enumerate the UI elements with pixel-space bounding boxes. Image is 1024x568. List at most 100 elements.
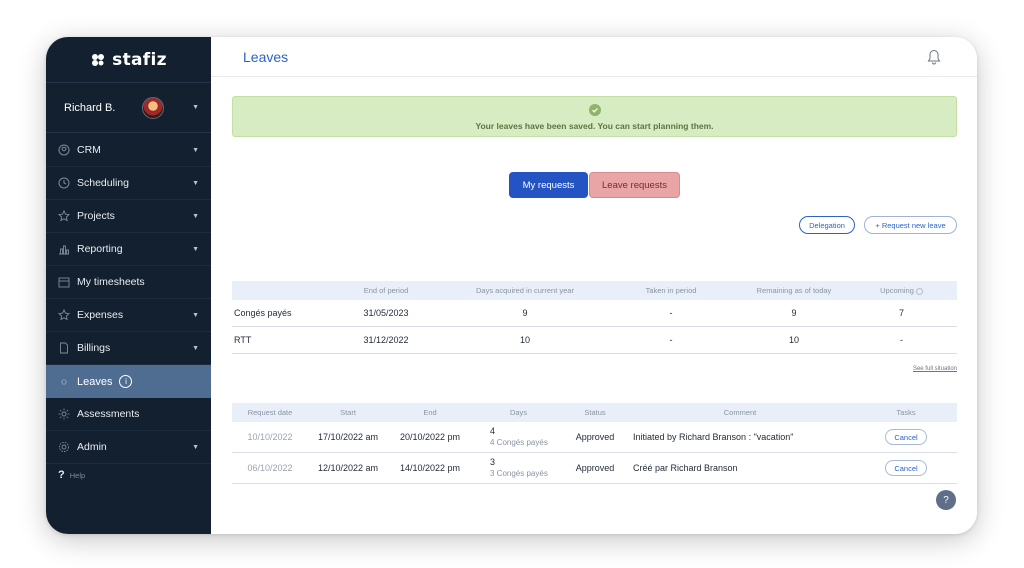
taken-in-period: - [669, 335, 673, 345]
table-row: RTT 31/12/2022 10 - 10 - [232, 327, 957, 354]
info-icon[interactable] [915, 287, 923, 295]
days-acquired: 10 [519, 335, 530, 345]
column-header: End of period [363, 286, 409, 295]
sidebar-item-expenses[interactable]: Expenses ▼ [46, 299, 211, 332]
sidebar-item-crm[interactable]: CRM ▼ [46, 134, 211, 167]
start-date: 12/10/2022 am [317, 463, 379, 473]
table-row: 10/10/2022 17/10/2022 am 20/10/2022 pm 4… [232, 422, 957, 453]
leave-type: Congés payés [234, 308, 292, 318]
help-label: Help [69, 470, 86, 480]
star-icon [58, 210, 70, 222]
days-detail: 3 Congés payés [490, 468, 548, 478]
upcoming: - [900, 335, 903, 345]
end-date: 14/10/2022 pm [399, 463, 461, 473]
status: Approved [575, 463, 615, 473]
bar-chart-icon [58, 243, 70, 255]
table-row: Congés payés 31/05/2023 9 - 9 7 [232, 300, 957, 327]
help-fab-button[interactable]: ? [936, 490, 956, 510]
question-icon: ? [58, 469, 65, 481]
chevron-down-icon: ▼ [192, 212, 199, 220]
check-circle-icon [589, 104, 601, 116]
column-header: Status [584, 408, 606, 417]
chevron-down-icon: ▼ [192, 344, 199, 352]
document-icon [58, 342, 70, 354]
leave-type: RTT [234, 335, 252, 345]
chevron-down-icon: ▼ [192, 311, 199, 319]
request-date: 06/10/2022 [247, 463, 293, 473]
sun-icon [58, 408, 70, 420]
comment: Initiated by Richard Branson : "vacation… [633, 432, 794, 442]
sidebar-item-assessments[interactable]: Assessments [46, 398, 211, 431]
sidebar-item-label: CRM [77, 144, 101, 156]
column-header: Days acquired in current year [476, 286, 574, 295]
days-count: 4 [490, 426, 496, 437]
upcoming: 7 [898, 308, 904, 318]
sidebar-item-reporting[interactable]: Reporting ▼ [46, 233, 211, 266]
logo[interactable]: stafiz [46, 37, 211, 83]
chevron-down-icon: ▼ [192, 179, 199, 187]
sidebar-item-projects[interactable]: Projects ▼ [46, 200, 211, 233]
request-new-leave-button[interactable]: + Request new leave [864, 216, 957, 234]
chevron-down-icon: ▼ [192, 245, 199, 253]
sidebar-item-scheduling[interactable]: Scheduling ▼ [46, 167, 211, 200]
start-date: 17/10/2022 am [317, 432, 379, 442]
sidebar-item-label: Projects [77, 210, 115, 222]
balance-table: End of period Days acquired in current y… [232, 281, 957, 354]
chevron-down-icon: ▼ [192, 146, 199, 154]
requests-table: Request date Start End Days Status Comme… [232, 403, 957, 484]
end-date: 20/10/2022 pm [399, 432, 461, 442]
info-icon[interactable]: i [119, 375, 133, 388]
status: Approved [575, 432, 615, 442]
delegation-button[interactable]: Delegation [799, 216, 855, 234]
table-row: 06/10/2022 12/10/2022 am 14/10/2022 pm 3… [232, 453, 957, 484]
chevron-down-icon: ▼ [192, 104, 199, 111]
sidebar-item-timesheets[interactable]: My timesheets [46, 266, 211, 299]
sidebar-item-admin[interactable]: Admin ▼ [46, 431, 211, 464]
help-link[interactable]: ? Help [58, 469, 85, 481]
avatar [142, 96, 165, 119]
chevron-down-icon: ▼ [192, 443, 199, 451]
sidebar-item-label: Admin [77, 441, 107, 453]
days-detail: 4 Congés payés [490, 437, 548, 447]
end-of-period: 31/05/2023 [363, 308, 409, 318]
sidebar-item-leaves[interactable]: Leaves i [46, 365, 211, 398]
clock-icon [58, 177, 70, 189]
user-menu[interactable]: Richard B. ▼ [46, 83, 211, 133]
column-header: Taken in period [645, 286, 697, 295]
cancel-button[interactable]: Cancel [885, 460, 927, 476]
success-alert: Your leaves have been saved. You can sta… [232, 96, 957, 137]
top-bar: Leaves [211, 37, 977, 77]
comment: Créé par Richard Branson [633, 463, 738, 473]
column-header: Remaining as of today [756, 286, 832, 295]
sidebar-item-label: My timesheets [77, 276, 145, 288]
stafiz-logo-icon [92, 53, 105, 66]
user-circle-icon [58, 144, 70, 156]
days-acquired: 9 [522, 308, 528, 318]
column-header-upcoming: Upcoming [846, 286, 957, 295]
table-header: Request date Start End Days Status Comme… [232, 403, 957, 422]
sidebar-item-label: Expenses [77, 309, 124, 321]
sidebar-item-label: Billings [77, 342, 111, 354]
my-requests-tab[interactable]: My requests [509, 172, 588, 198]
bell-icon[interactable] [927, 49, 941, 65]
days-count: 3 [490, 457, 496, 468]
column-header: Comment [723, 408, 757, 417]
column-header: Upcoming [880, 286, 914, 295]
app-window: stafiz Richard B. ▼ CRM ▼ Scheduling ▼ P… [46, 37, 977, 534]
column-header: End [423, 408, 437, 417]
days-cell: 3 3 Congés payés [472, 457, 565, 478]
user-name: Richard B. [64, 101, 116, 114]
sidebar-item-billings[interactable]: Billings ▼ [46, 332, 211, 365]
cancel-button[interactable]: Cancel [885, 429, 927, 445]
table-header: End of period Days acquired in current y… [232, 281, 957, 300]
star-icon [58, 309, 70, 321]
main-content: Leaves Your leaves have been saved. You … [211, 37, 977, 534]
alert-message: Your leaves have been saved. You can sta… [475, 121, 714, 131]
see-full-situation-link[interactable]: See full situation [913, 366, 957, 372]
column-header: Days [509, 408, 528, 417]
tasks-cell: Cancel [855, 429, 957, 445]
sidebar-item-label: Assessments [77, 408, 140, 420]
leave-requests-tab[interactable]: Leave requests [589, 172, 680, 198]
column-header: Request date [247, 408, 293, 417]
column-header: Start [340, 408, 356, 417]
